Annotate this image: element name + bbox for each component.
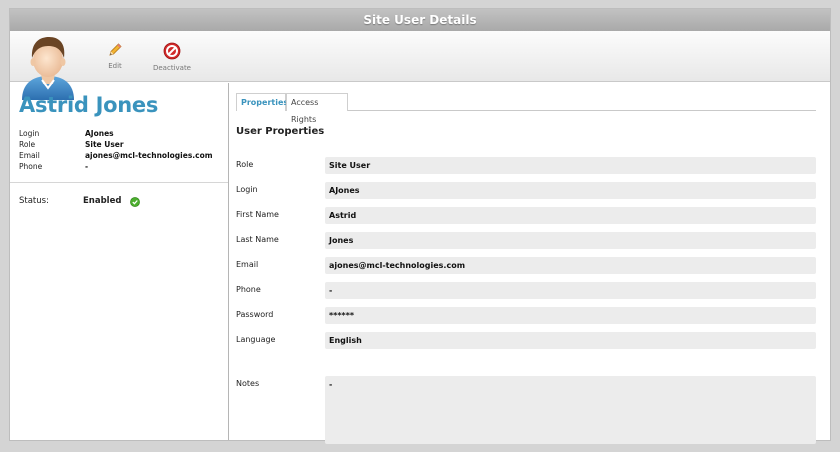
summary-label: Login	[19, 129, 40, 138]
edit-button[interactable]: Edit	[102, 42, 128, 70]
tab-bar: Properties Access Rights	[236, 93, 816, 124]
field-label-language: Language	[236, 335, 276, 344]
check-circle-icon	[130, 197, 140, 207]
field-value-role: Site User	[325, 157, 816, 174]
tab-access-rights[interactable]: Access Rights	[286, 93, 348, 124]
field-label-password: Password	[236, 310, 274, 319]
pencil-icon	[109, 43, 122, 56]
field-label-last-name: Last Name	[236, 235, 279, 244]
deactivate-button[interactable]: Deactivate	[150, 42, 194, 72]
field-label-email: Email	[236, 260, 259, 269]
field-value-password: ******	[325, 307, 816, 324]
field-value-notes: -	[325, 376, 816, 444]
toolbar: Edit Deactivate	[10, 31, 830, 100]
site-user-details-window: Site User Details Edit Deactivate Astrid…	[9, 8, 831, 444]
deactivate-button-label: Deactivate	[152, 64, 191, 72]
summary-value: Site User	[85, 140, 124, 149]
field-value-first-name: Astrid	[325, 207, 816, 224]
user-summary-panel: Astrid Jones Login AJones Role Site User…	[10, 83, 229, 440]
tab-properties[interactable]: Properties	[236, 93, 288, 111]
summary-value: -	[85, 162, 89, 171]
divider	[10, 182, 228, 183]
field-value-last-name: Jones	[325, 232, 816, 249]
edit-button-label: Edit	[108, 62, 122, 70]
field-value-phone: -	[325, 282, 816, 299]
no-entry-icon	[163, 42, 181, 60]
field-label-phone: Phone	[236, 285, 261, 294]
field-label-first-name: First Name	[236, 210, 279, 219]
user-properties-panel: Properties Access Rights User Properties…	[236, 93, 821, 444]
field-label-role: Role	[236, 160, 254, 169]
status-value: Enabled	[83, 196, 122, 206]
summary-value: AJones	[85, 129, 114, 138]
field-value-email: ajones@mcl-technologies.com	[325, 257, 816, 274]
status-label: Status:	[19, 196, 49, 206]
summary-label: Phone	[19, 162, 43, 171]
user-display-name: Astrid Jones	[19, 93, 159, 117]
summary-label: Role	[19, 140, 36, 149]
window-title: Site User Details	[10, 9, 830, 31]
field-value-language: English	[325, 332, 816, 349]
section-title: User Properties	[236, 126, 325, 137]
field-label-notes: Notes	[236, 379, 260, 388]
summary-label: Email	[19, 151, 40, 160]
summary-value: ajones@mcl-technologies.com	[85, 151, 213, 160]
field-label-login: Login	[236, 185, 258, 194]
field-value-login: AJones	[325, 182, 816, 199]
